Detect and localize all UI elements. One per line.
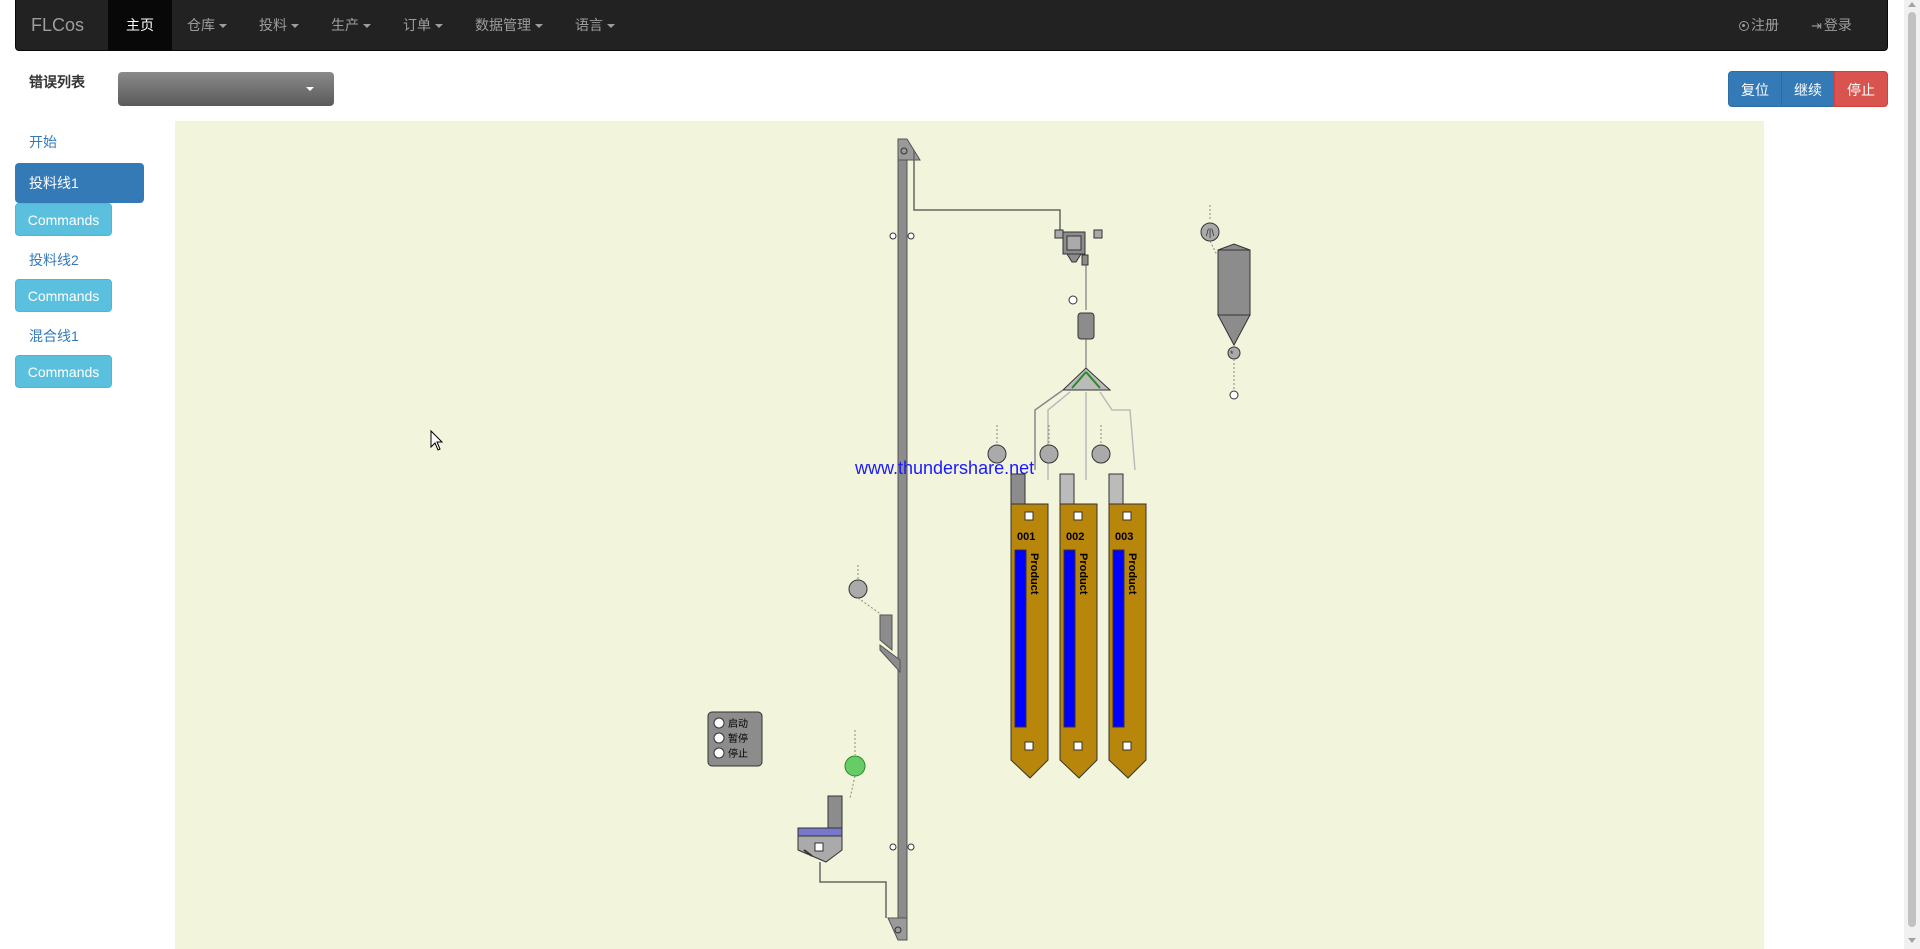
nav-warehouse-label: 仓库: [187, 17, 215, 33]
error-list-select[interactable]: [118, 72, 334, 106]
sidebar-item-start[interactable]: 开始: [29, 132, 57, 152]
control-stop-label: 停止: [728, 747, 748, 760]
watermark-text: www.thundershare.net: [854, 458, 1034, 478]
pause-radio[interactable]: [713, 732, 725, 744]
login-label: 登录: [1823, 17, 1852, 33]
bin-motor-3[interactable]: [1091, 425, 1111, 464]
nav-feeding[interactable]: 投料: [244, 0, 314, 50]
svg-text:*: *: [1230, 349, 1234, 359]
nav-language[interactable]: 语言: [560, 0, 630, 50]
product-bin-001[interactable]: 001 Product: [1010, 473, 1049, 779]
error-list-label: 错误列表: [29, 74, 85, 90]
register-link[interactable]: 注册: [1739, 0, 1779, 50]
nav-production[interactable]: 生产: [316, 0, 386, 50]
brand-logo[interactable]: FLCos: [31, 0, 84, 50]
bin-003-label: Product: [1126, 553, 1138, 595]
process-diagram-canvas: /|\ * www.thundershare.net 001 Product 0…: [175, 121, 1764, 949]
elevator-motor[interactable]: [848, 565, 883, 616]
stop-button[interactable]: 停止: [1834, 71, 1888, 107]
continue-button[interactable]: 继续: [1781, 71, 1835, 107]
intake-motor[interactable]: [844, 730, 866, 799]
scroll-up-icon[interactable]: [1908, 2, 1916, 7]
bucket-elevator[interactable]: [879, 138, 921, 941]
nav-production-label: 生产: [331, 17, 359, 33]
product-bin-003[interactable]: 003 Product: [1108, 473, 1147, 779]
chevron-down-icon: [607, 24, 615, 29]
nav-language-label: 语言: [575, 17, 603, 33]
nav-data-management-label: 数据管理: [475, 17, 531, 33]
bin-001-id: 001: [1017, 531, 1035, 543]
intake-hopper[interactable]: [797, 795, 843, 863]
nav-feeding-label: 投料: [259, 17, 287, 33]
bin-003-id: 003: [1115, 531, 1133, 543]
nav-orders-label: 订单: [403, 17, 431, 33]
scroll-down-icon[interactable]: [1908, 938, 1916, 943]
scroll-thumb[interactable]: [1908, 12, 1916, 927]
line1-commands-button[interactable]: Commands: [15, 203, 112, 236]
bin-001-label: Product: [1028, 553, 1040, 595]
svg-text:/|\: /|\: [1206, 228, 1214, 239]
mix1-commands-button[interactable]: Commands: [15, 355, 112, 388]
register-label: 注册: [1751, 17, 1779, 33]
filter-unit[interactable]: [1077, 312, 1095, 368]
page-scrollbar[interactable]: [1904, 0, 1920, 949]
cleaner-unit[interactable]: [1054, 229, 1103, 266]
chevron-down-icon: [435, 24, 443, 29]
mouse-cursor-icon: [430, 429, 444, 451]
bin-002-id: 002: [1066, 531, 1084, 543]
distributor[interactable]: [1061, 367, 1112, 391]
top-navbar: FLCos 主页 仓库 投料 生产 订单 数据管理 语言 注册 ⇥ 登录: [15, 0, 1888, 51]
nav-data-management[interactable]: 数据管理: [460, 0, 558, 50]
sidebar-item-mix1[interactable]: 混合线1: [29, 326, 79, 346]
reset-button[interactable]: 复位: [1728, 71, 1782, 107]
nav-warehouse[interactable]: 仓库: [172, 0, 242, 50]
bin-motor-2[interactable]: [1039, 425, 1059, 464]
chevron-down-icon: [363, 24, 371, 29]
chevron-down-icon: [219, 24, 227, 29]
chevron-down-icon: [291, 24, 299, 29]
login-icon: ⇥: [1811, 18, 1822, 33]
chevron-down-icon: [535, 24, 543, 29]
register-icon: [1739, 21, 1749, 31]
sidebar-item-line1[interactable]: 投料线1: [15, 163, 144, 203]
silo-unit[interactable]: /|\ *: [1200, 205, 1251, 400]
stop-radio[interactable]: [713, 747, 725, 759]
start-radio[interactable]: [713, 717, 725, 729]
bin-002-label: Product: [1077, 553, 1089, 595]
login-link[interactable]: ⇥ 登录: [1811, 0, 1852, 50]
chevron-down-icon: [306, 87, 314, 91]
process-diagram: /|\ * www.thundershare.net 001 Product 0…: [430, 138, 1251, 941]
control-pause-label: 暂停: [728, 732, 748, 745]
nav-orders[interactable]: 订单: [388, 0, 458, 50]
nav-home[interactable]: 主页: [108, 0, 172, 50]
product-bin-002[interactable]: 002 Product: [1059, 473, 1098, 779]
line2-commands-button[interactable]: Commands: [15, 279, 112, 312]
line-control-panel[interactable]: 启动 暂停 停止: [707, 711, 763, 767]
nav-home-label: 主页: [126, 17, 154, 33]
control-start-label: 启动: [728, 717, 748, 730]
sidebar-item-line2[interactable]: 投料线2: [29, 250, 79, 270]
